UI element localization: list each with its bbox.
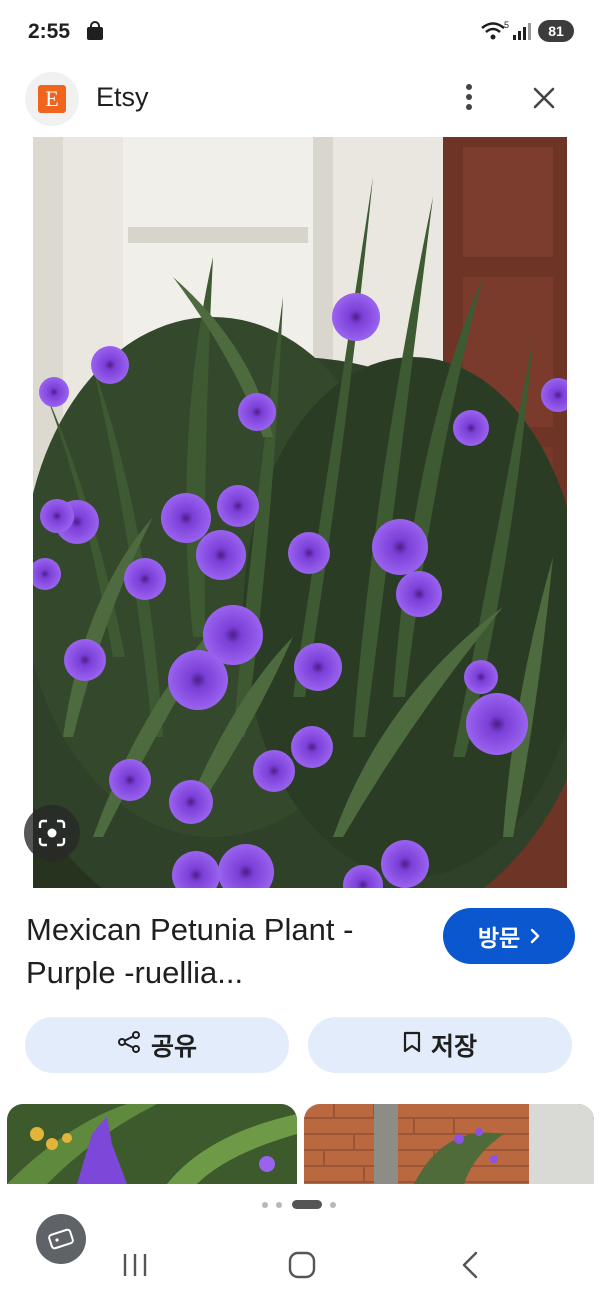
more-options-icon[interactable] — [452, 80, 486, 114]
close-icon[interactable] — [526, 80, 562, 116]
site-name: Etsy — [96, 82, 149, 112]
header: E Etsy — [0, 62, 600, 137]
share-label: 공유 — [150, 1033, 197, 1061]
bookmark-icon — [403, 1031, 421, 1060]
etsy-logo: E — [25, 72, 79, 126]
result-title[interactable]: Mexican Petunia Plant - Purple -ruellia.… — [26, 908, 416, 994]
save-button[interactable]: 저장 — [308, 1017, 572, 1073]
product-image[interactable] — [33, 137, 567, 888]
visit-label: 방문 — [477, 925, 521, 951]
status-bar: 2:55 5 81 — [0, 0, 600, 62]
wifi-icon: 5 — [480, 20, 510, 47]
signal-icon — [512, 21, 532, 46]
shopping-bag-icon — [86, 21, 104, 46]
chevron-right-icon — [530, 923, 540, 950]
save-label: 저장 — [430, 1033, 477, 1061]
system-nav-bar — [0, 1238, 600, 1300]
battery-icon: 81 — [538, 20, 574, 42]
wifi-generation: 5 — [504, 20, 509, 30]
page-dot — [330, 1202, 336, 1208]
back-icon[interactable] — [458, 1250, 484, 1285]
status-time: 2:55 — [28, 20, 71, 43]
visit-button[interactable]: 방문 — [443, 908, 575, 964]
related-image[interactable] — [304, 1104, 594, 1184]
lens-search-icon[interactable] — [24, 805, 80, 861]
page-indicator — [262, 1199, 342, 1211]
share-icon — [117, 1030, 141, 1061]
recent-apps-icon[interactable] — [120, 1250, 150, 1285]
share-button[interactable]: 공유 — [25, 1017, 289, 1073]
page-dot-active — [292, 1200, 322, 1209]
logo-letter: E — [38, 85, 66, 113]
related-image[interactable] — [7, 1104, 297, 1184]
page-dot — [262, 1202, 268, 1208]
page-dot — [276, 1202, 282, 1208]
home-icon[interactable] — [287, 1250, 317, 1285]
